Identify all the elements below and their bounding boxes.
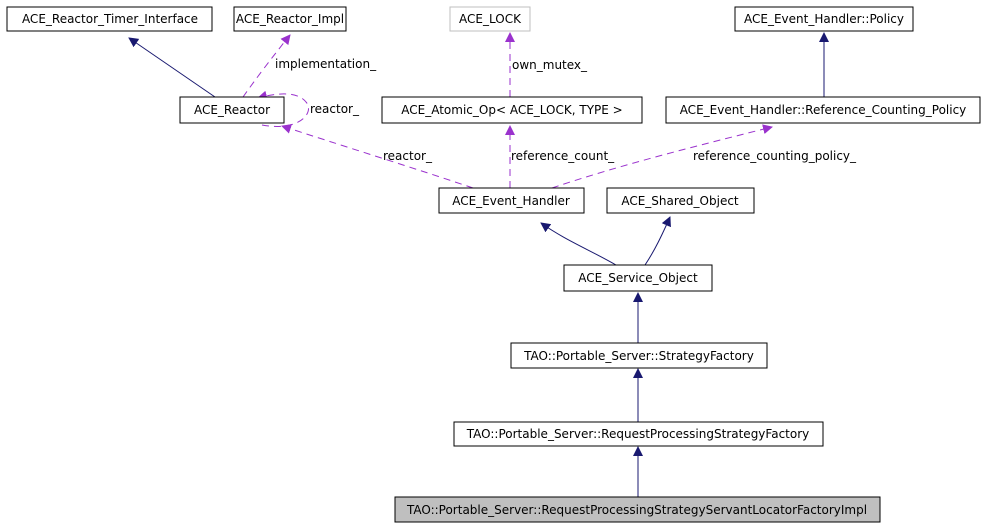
node-label: TAO::Portable_Server::StrategyFactory	[523, 349, 754, 363]
node-ace-reactor-timer-interface[interactable]: ACE_Reactor_Timer_Interface	[6, 6, 213, 32]
node-label: ACE_Reactor_Impl	[236, 12, 344, 26]
node-ace-reactor-impl[interactable]: ACE_Reactor_Impl	[233, 6, 347, 32]
node-ace-lock[interactable]: ACE_LOCK	[449, 6, 531, 32]
node-ace-reactor[interactable]: ACE_Reactor	[179, 96, 285, 124]
edge-label-own-mutex: own_mutex_	[512, 58, 588, 72]
edge-service-object-inherits-shared-object	[644, 216, 671, 266]
node-label: ACE_Reactor_Timer_Interface	[22, 12, 198, 26]
edge-label-reactor: reactor_	[383, 149, 433, 163]
node-ace-shared-object[interactable]: ACE_Shared_Object	[606, 187, 755, 214]
class-diagram: implementation_ reactor_ own_mutex_ reac…	[6, 6, 981, 523]
node-label: ACE_Reactor	[194, 103, 270, 117]
node-label: ACE_Atomic_Op< ACE_LOCK, TYPE >	[401, 103, 622, 117]
node-label: ACE_LOCK	[459, 12, 522, 26]
edge-service-object-inherits-event-handler	[540, 222, 617, 266]
edge-reactor-inherits-timer-interface	[128, 37, 216, 98]
node-ace-service-object[interactable]: ACE_Service_Object	[563, 264, 713, 292]
node-label: ACE_Event_Handler::Reference_Counting_Po…	[680, 103, 967, 117]
edge-label-reference-counting-policy: reference_counting_policy_	[693, 149, 857, 163]
node-label: TAO::Portable_Server::RequestProcessingS…	[466, 427, 810, 441]
node-ace-event-handler-policy[interactable]: ACE_Event_Handler::Policy	[734, 6, 914, 32]
edge-label-reference-count: reference_count_	[511, 149, 615, 163]
node-request-processing-strategy-factory[interactable]: TAO::Portable_Server::RequestProcessingS…	[453, 421, 824, 447]
edge-event-handler-uses-reactor	[281, 124, 474, 189]
node-servant-locator-factory-impl-focus[interactable]: TAO::Portable_Server::RequestProcessingS…	[394, 496, 881, 523]
node-label: ACE_Event_Handler	[452, 194, 570, 208]
edge-label-reactor-self: reactor_	[310, 102, 360, 116]
node-label: ACE_Event_Handler::Policy	[744, 12, 904, 26]
node-label: ACE_Shared_Object	[621, 194, 739, 208]
node-strategy-factory[interactable]: TAO::Portable_Server::StrategyFactory	[510, 342, 768, 369]
node-label: ACE_Service_Object	[578, 271, 698, 285]
node-ace-reference-counting-policy[interactable]: ACE_Event_Handler::Reference_Counting_Po…	[665, 96, 981, 124]
edge-label-implementation: implementation_	[275, 57, 377, 71]
node-ace-event-handler[interactable]: ACE_Event_Handler	[438, 187, 585, 214]
node-ace-atomic-op[interactable]: ACE_Atomic_Op< ACE_LOCK, TYPE >	[381, 96, 643, 124]
node-label: TAO::Portable_Server::RequestProcessingS…	[406, 503, 867, 517]
